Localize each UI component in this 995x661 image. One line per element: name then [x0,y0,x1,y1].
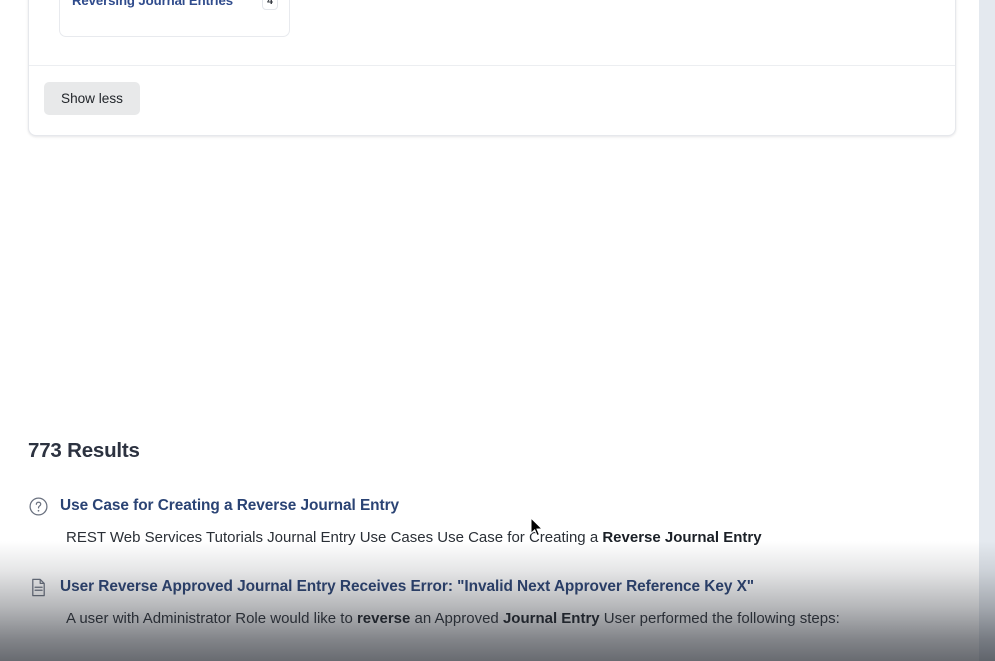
question-circle-icon [28,496,49,517]
result-header: Use Case for Creating a Reverse Journal … [28,495,948,517]
results-list: Use Case for Creating a Reverse Journal … [28,495,948,657]
show-less-button[interactable]: Show less [44,82,140,115]
result-item: User Reverse Approved Journal Entry Rece… [28,576,948,630]
scrollable-content[interactable]: Clear this box to immediately enter the … [0,0,979,661]
sources-grid: Journal Entries Overview 1 Journal Entri… [59,0,805,37]
source-card-citation: 4 [262,0,278,10]
source-card-reversing-journal-entries[interactable]: Reversing Journal Entries 4 [59,0,290,37]
snippet-highlight: Reverse Journal Entry [602,529,762,546]
result-header: User Reverse Approved Journal Entry Rece… [28,576,948,598]
result-snippet: REST Web Services Tutorials Journal Entr… [66,527,948,549]
answer-card: Clear this box to immediately enter the … [28,0,956,136]
page-root: Clear this box to immediately enter the … [0,0,995,661]
snippet-text: REST Web Services Tutorials Journal Entr… [66,529,603,546]
snippet-text-mid: an Approved [410,610,503,627]
answer-card-footer: Show less [29,65,955,135]
snippet-highlight: reverse [356,610,411,627]
snippet-highlight: Journal Entry [502,610,600,627]
result-title-link[interactable]: Use Case for Creating a Reverse Journal … [60,495,399,516]
result-item: Use Case for Creating a Reverse Journal … [28,495,948,549]
snippet-text-after: User performed the following steps: [599,610,840,627]
document-icon [28,577,49,598]
snippet-text: A user with Administrator Role would lik… [66,610,357,627]
answer-card-body: Clear this box to immediately enter the … [29,0,955,65]
results-count-heading: 773 Results [28,439,140,462]
vertical-scrollbar-track[interactable] [979,0,995,661]
result-title-link[interactable]: User Reverse Approved Journal Entry Rece… [60,576,754,597]
source-card-label: Reversing Journal Entries [72,0,233,8]
result-snippet: A user with Administrator Role would lik… [66,608,948,630]
